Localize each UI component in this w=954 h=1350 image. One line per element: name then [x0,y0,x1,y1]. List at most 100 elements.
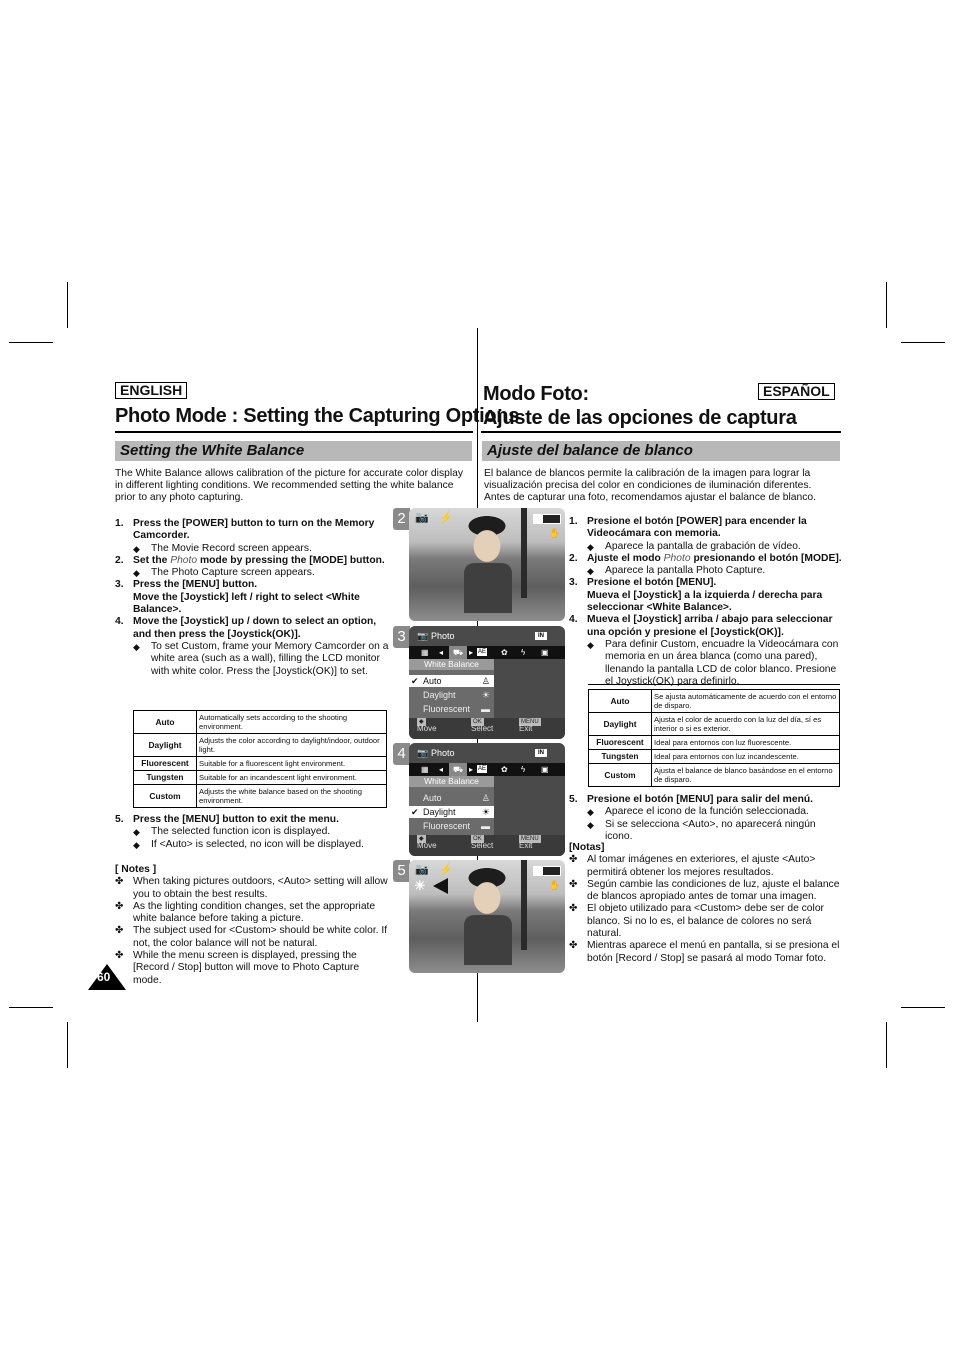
crop-mark [67,1022,68,1068]
flash-icon: ⚡ [439,864,453,876]
table-row: Custom Adjusts the white balance based on… [133,784,387,808]
notes-english: [ Notes ] ✤ When taking pictures outdoors… [115,864,390,987]
lcd-screenshot-menu-daylight: 📷 Photo IN ▦ ◂ ⛟ ▸ AE ✿ ϟ ▣ White Balance Auto ♙ … [409,743,565,856]
note-item: ✤ While the menu screen is displayed, pre… [115,950,360,986]
white-balance-table-english: Auto Automatically sets according to the … [133,710,387,808]
camera-icon: 📷 [415,512,429,524]
section-heading-english: Setting the White Balance [115,441,472,461]
table-row: Auto Automatically sets according to the … [133,710,387,734]
step-sub-item: ◆ To set Custom, frame your Memory Camcor… [133,640,389,677]
note-item: ✤ The subject used for <Custom> should be… [115,925,388,949]
step-rule [588,684,840,685]
note-item: ✤ When taking pictures outdoors, <Auto> s… [115,876,388,900]
menu-option-fluorescent[interactable]: Fluorescent ▬ [409,703,494,715]
battery-icon [533,514,561,524]
step-item: 1. Presione el botón [POWER] para encende… [569,516,807,540]
note-item: ✤ Al tomar imágenes en exteriores, el aju… [569,854,816,878]
menu-option-auto[interactable]: ✔ Auto ♙ [409,675,494,687]
camera-icon: 📷 [417,631,429,641]
step-item: 3. Press the [MENU] button. Move the [Joys… [115,579,360,616]
step-item: 4. Mueva el [Joystick] arriba / abajo par… [569,614,833,638]
step-item: 2. Ajuste el modo Photo presionando el bo… [569,552,842,564]
notes-espanol: [Notas] ✤ Al tomar imágenes en exteriores… [569,842,844,965]
title-rule [115,431,473,433]
crop-mark [886,1022,887,1068]
note-item: ✤ Según cambie las condiciones de luz, aj… [569,878,840,903]
notes-title: [Notas] [569,842,605,853]
table-row: Tungsten Suitable for an incandescent lig… [133,770,387,785]
camera-icon: 📷 [415,864,429,876]
menu-tabs[interactable]: ▦ ◂ ⛟ ▸ AE ✿ ϟ ▣ [409,646,565,659]
white-balance-table-espanol: Auto Se ajusta automáticamente de acuerdo… [588,689,840,787]
notes-title: [ Notes ] [115,864,157,875]
crop-mark [901,342,945,343]
menu-option-daylight[interactable]: Daylight ☀ [409,689,494,701]
pointer-arrow-icon [433,878,448,894]
step-sub-item: ◆ Aparece la pantalla Photo Capture. [587,565,766,577]
page-title-english: Photo Mode : Setting the Capturing Optio… [115,405,520,427]
step-sub-item: ◆ The Photo Capture screen appears. [133,567,315,579]
page-number-badge: 60 [88,964,126,990]
crop-mark [901,1007,945,1008]
intro-paragraph-english: The White Balance allows calibration of … [115,468,463,503]
menu-option-fluorescent[interactable]: Fluorescent ▬ [409,820,494,832]
screen-step-number: 2 [393,508,410,530]
language-label-english: ENGLISH [115,382,188,399]
crop-mark [9,1007,53,1008]
lcd-screenshot-daylight-icon: 📷 ⚡ ☀ ✋ [409,860,565,973]
lcd-screenshot-menu-auto: 📷 Photo IN ▦ ◂ ⛟ ▸ AE ✿ ϟ ▣ White Balance ✔ Auto ♙… [409,626,565,739]
table-row: Daylight Adjusts the color according to d… [133,733,387,757]
step-item: 2. Set the Photo mode by pressing the [MO… [115,554,385,566]
step-item: 3. Presione el botón [MENU]. Mueva el [Joy… [569,577,823,614]
table-row: Fluorescent Suitable for a fluorescent li… [133,756,387,771]
table-row: Custom Ajusta el balance de blanco basánd… [588,763,840,787]
menu-footer: ◆ Move OK Select MENU Exit [409,718,565,739]
intro-paragraph-espanol: El balance de blancos permite la calibra… [484,468,816,503]
screen-step-number: 5 [393,860,410,882]
screen-step-number: 4 [393,743,410,765]
page-title-espanol-line2: Ajuste de las opciones de captura [483,407,797,429]
flash-icon: ⚡ [439,512,453,524]
white-balance-tab-icon[interactable]: ⛟ [449,646,468,659]
title-rule [481,431,841,433]
step-sub-item: ◆ Aparece el icono de la función seleccio… [587,806,809,818]
daylight-icon: ☀ [414,878,426,893]
crop-mark [886,282,887,328]
menu-option-list: White Balance Auto ♙ ✔ Daylight ☀ Fluoresce… [409,776,494,835]
menu-option-auto[interactable]: Auto ♙ [409,792,494,804]
step-item: 5. Presione el botón [MENU] para salir de… [569,794,814,805]
step-sub-item: ◆ The selected function icon is displayed… [133,826,331,838]
note-item: ✤ Mientras aparece el menú en pantalla, s… [569,940,840,964]
section-heading-espanol: Ajuste del balance de blanco [482,441,840,461]
step-sub-item: ◆ The Movie Record screen appears. [133,542,312,554]
menu-list-title: White Balance [409,659,494,670]
steps-list-english: 1. Press the [POWER] button to turn on th… [115,518,390,678]
note-item: ✤ El objeto utilizado para <Custom> debe … [569,903,824,940]
screen-step-number: 3 [393,626,410,648]
table-row: Daylight Ajusta el color de acuerdo con l… [588,712,840,736]
white-balance-tab-icon[interactable]: ⛟ [449,763,468,776]
step-sub-item: ◆ Si se selecciona <Auto>, no aparecerá n… [587,818,816,842]
step-item: 1. Press the [POWER] button to turn on th… [115,518,375,542]
page-title-espanol-line1: Modo Foto: [483,383,589,405]
menu-option-list: White Balance ✔ Auto ♙ Daylight ☀ Fluoresce… [409,659,494,718]
table-row: Tungsten Ideal para entornos con luz inca… [588,749,840,764]
step-item: 4. Move the [Joystick] up / down to selec… [115,616,377,640]
stabilizer-icon: ✋ [549,880,561,890]
table-row: Fluorescent Ideal para entornos con luz f… [588,735,840,750]
stabilizer-icon: ✋ [549,528,561,538]
menu-footer: ◆ Move OK Select MENU Exit [409,835,565,856]
crop-mark [9,342,53,343]
note-item: ✤ As the lighting condition changes, set … [115,900,376,925]
steps-list-espanol: 1. Presione el botón [POWER] para encende… [569,516,844,688]
lcd-screenshot-photo-capture: 📷 ⚡ ✋ [409,508,565,621]
step5-espanol: 5. Presione el botón [MENU] para salir de… [569,794,844,843]
table-row: Auto Se ajusta automáticamente de acuerdo… [588,689,840,713]
language-label-espanol: ESPAÑOL [758,383,835,400]
menu-option-daylight[interactable]: ✔ Daylight ☀ [409,806,494,818]
step-sub-item: ◆ Para definir Custom, encuadre la Videoc… [587,638,839,687]
menu-list-title: White Balance [409,776,494,787]
menu-tabs[interactable]: ▦ ◂ ⛟ ▸ AE ✿ ϟ ▣ [409,763,565,776]
step5-english: 5. Press the [MENU] button to exit the me… [115,814,390,851]
step-item: 5. Press the [MENU] button to exit the me… [115,814,339,825]
